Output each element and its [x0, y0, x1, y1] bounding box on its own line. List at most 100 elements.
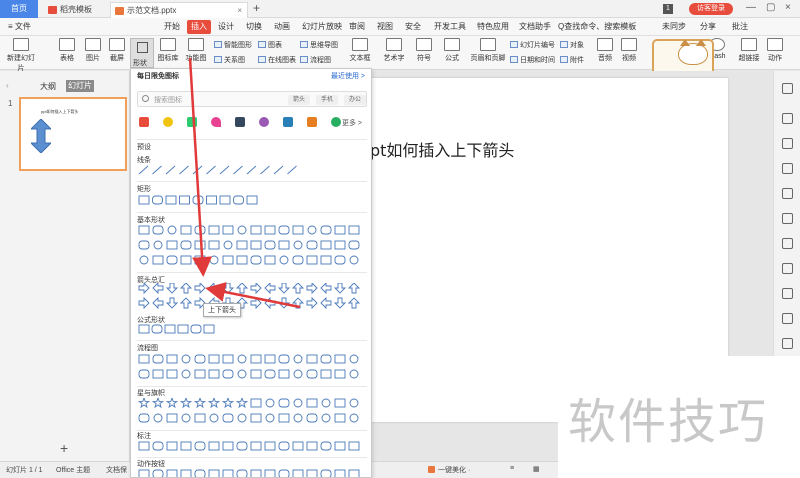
shape-option[interactable] — [321, 398, 331, 408]
chip-office[interactable]: 办公 — [344, 95, 366, 105]
date-time-button[interactable]: 日期和时间 — [510, 55, 555, 65]
equation-shapes-grid[interactable] — [137, 324, 369, 338]
shape-option[interactable] — [347, 283, 361, 294]
shape-option[interactable] — [246, 165, 257, 175]
shape-option[interactable] — [208, 283, 220, 295]
menu-slideshow[interactable]: 幻灯片放映 — [300, 20, 344, 34]
audio-button[interactable]: 音频 — [594, 38, 616, 63]
shape-option[interactable] — [208, 469, 220, 478]
style-icon[interactable] — [782, 113, 793, 124]
shape-option[interactable] — [264, 283, 276, 295]
menu-security[interactable]: 安全 — [403, 20, 423, 34]
shape-option[interactable] — [221, 283, 235, 294]
shape-option[interactable] — [208, 240, 220, 250]
shape-option[interactable] — [306, 240, 318, 250]
action-button[interactable]: 动作 — [764, 38, 786, 63]
shape-option[interactable] — [194, 369, 206, 379]
shape-option[interactable] — [250, 296, 262, 310]
shape-option[interactable] — [153, 413, 163, 423]
shape-option[interactable] — [152, 469, 164, 478]
shape-option[interactable] — [278, 441, 290, 451]
globe-icon[interactable] — [331, 117, 341, 127]
shape-option[interactable] — [278, 240, 290, 250]
icon-library-button[interactable]: 图标库 — [156, 38, 180, 63]
shape-option[interactable] — [273, 165, 284, 175]
shape-option[interactable] — [236, 441, 248, 451]
comment-button[interactable]: 批注 — [730, 20, 750, 34]
shape-option[interactable] — [250, 240, 262, 250]
tab-outline[interactable]: 大纲 — [40, 81, 56, 92]
paint-icon[interactable] — [782, 138, 793, 149]
textbox-button[interactable]: 文本框 — [346, 38, 374, 63]
tab-slides[interactable]: 幻灯片 — [66, 80, 94, 92]
shape-option[interactable] — [138, 324, 150, 334]
header-footer-button[interactable]: 页眉和页脚 — [470, 38, 506, 63]
shape-option[interactable] — [221, 398, 235, 409]
shape-option[interactable] — [152, 369, 164, 379]
shape-option[interactable] — [181, 354, 191, 364]
shape-option[interactable] — [233, 165, 243, 175]
view-normal-icon[interactable]: ≡ — [510, 465, 514, 472]
shape-option[interactable] — [194, 255, 206, 265]
attachment-button[interactable]: 附件 — [560, 55, 584, 65]
shape-option[interactable] — [320, 441, 332, 451]
shape-option[interactable] — [179, 297, 193, 309]
target-icon[interactable] — [259, 117, 269, 127]
shape-option[interactable] — [166, 369, 178, 379]
shape-option[interactable] — [165, 195, 177, 205]
close-window-icon[interactable]: × — [785, 2, 791, 13]
shape-option[interactable] — [349, 398, 359, 408]
shape-option[interactable] — [250, 369, 262, 379]
magic-icon[interactable] — [782, 163, 793, 174]
shape-option[interactable] — [334, 255, 346, 265]
shape-option[interactable] — [320, 240, 332, 250]
more-icons-link[interactable]: 更多 > — [342, 118, 362, 128]
translate-icon[interactable] — [782, 263, 793, 274]
shape-option[interactable] — [152, 441, 164, 451]
shape-option[interactable] — [164, 324, 176, 334]
function-chart-button[interactable]: 功能图 — [184, 38, 208, 63]
shape-option[interactable] — [138, 195, 150, 205]
help-icon[interactable] — [782, 338, 793, 349]
shape-option[interactable] — [250, 441, 262, 451]
shape-option[interactable] — [137, 398, 151, 409]
shape-option[interactable] — [264, 469, 276, 478]
shape-option[interactable] — [206, 195, 217, 205]
shape-option[interactable] — [292, 255, 304, 265]
shape-option[interactable] — [265, 398, 275, 408]
shape-option[interactable] — [166, 255, 178, 265]
shape-option[interactable] — [152, 296, 164, 310]
heart-icon[interactable] — [211, 117, 221, 127]
rectangles-grid[interactable] — [137, 195, 369, 209]
shape-option[interactable] — [222, 441, 234, 451]
new-slide-button[interactable]: 新建幻灯片 — [4, 38, 38, 73]
shape-option[interactable] — [206, 165, 216, 175]
shape-option[interactable] — [139, 255, 149, 265]
shape-option[interactable] — [334, 369, 346, 379]
shape-option[interactable] — [264, 255, 276, 265]
shape-option[interactable] — [349, 413, 359, 423]
shape-option[interactable] — [250, 469, 262, 478]
action-buttons-grid[interactable] — [137, 469, 369, 478]
layers-icon[interactable] — [782, 238, 793, 249]
shape-option[interactable] — [279, 255, 289, 265]
chart-button[interactable]: 图表 — [258, 40, 282, 50]
shape-option[interactable] — [236, 255, 248, 265]
menu-features[interactable]: 特色应用 — [475, 20, 511, 34]
shape-option[interactable] — [233, 195, 244, 205]
shape-option[interactable] — [222, 369, 234, 379]
gift-icon[interactable] — [307, 117, 317, 127]
shape-option[interactable] — [194, 283, 206, 295]
shape-option[interactable] — [264, 225, 276, 235]
shape-option[interactable] — [237, 225, 247, 235]
shape-option[interactable] — [152, 354, 164, 364]
shape-option[interactable] — [278, 225, 290, 235]
shape-option[interactable] — [236, 240, 248, 250]
shape-option[interactable] — [277, 297, 291, 309]
record-icon[interactable] — [782, 288, 793, 299]
wordart-button[interactable]: 艺术字 — [380, 38, 408, 63]
shape-option[interactable] — [320, 369, 332, 379]
shape-option[interactable] — [167, 225, 177, 235]
shape-option[interactable] — [250, 225, 262, 235]
shape-option[interactable] — [166, 469, 178, 478]
